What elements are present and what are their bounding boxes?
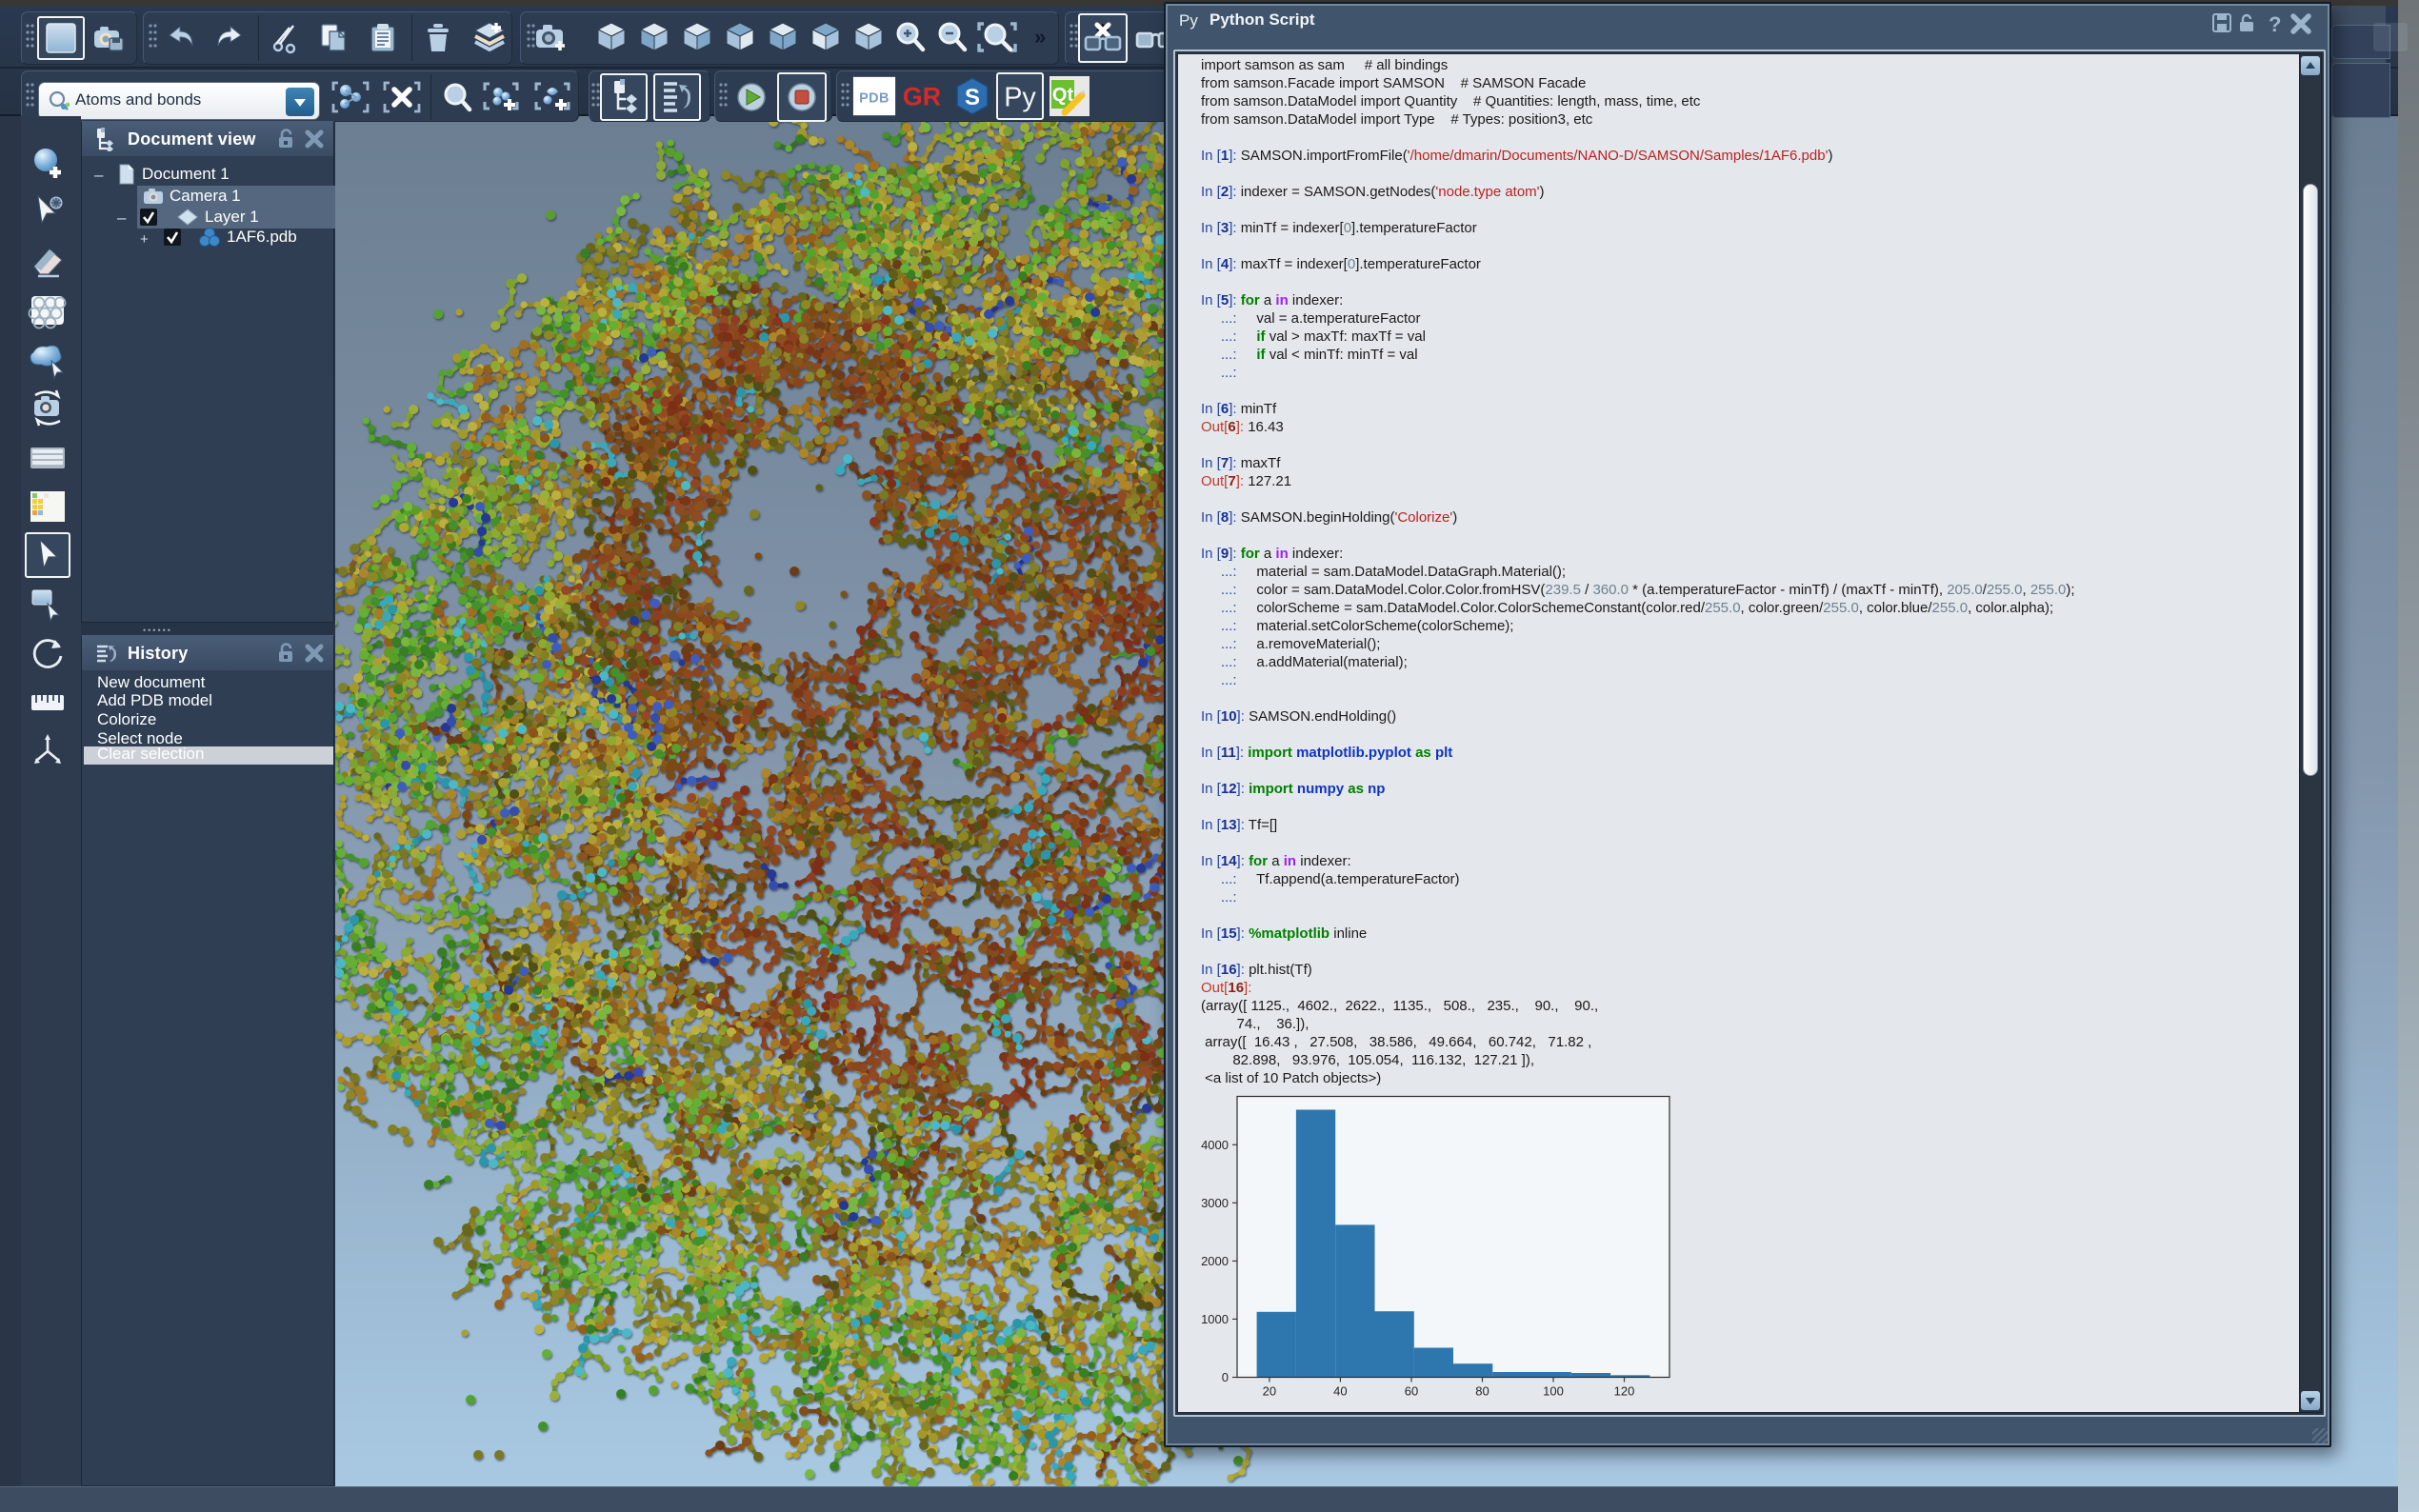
svg-text:2000: 2000 [1201, 1254, 1229, 1268]
svg-text:3000: 3000 [1201, 1196, 1229, 1210]
svg-text:40: 40 [1333, 1384, 1347, 1399]
svg-text:PDB: PDB [859, 91, 890, 107]
svg-text:S: S [965, 85, 980, 110]
svg-text:120: 120 [1614, 1384, 1635, 1399]
svg-text:100: 100 [1543, 1384, 1564, 1399]
svg-text:?: ? [2269, 12, 2281, 36]
svg-text:GR: GR [903, 83, 941, 111]
svg-text:Py: Py [1004, 83, 1036, 113]
svg-text:1000: 1000 [1201, 1312, 1229, 1326]
svg-text:4000: 4000 [1201, 1138, 1229, 1152]
svg-text:80: 80 [1475, 1384, 1489, 1399]
svg-text:Py: Py [1179, 11, 1198, 30]
svg-text:60: 60 [1405, 1384, 1418, 1399]
svg-text:20: 20 [1263, 1384, 1276, 1399]
svg-text:0: 0 [1222, 1370, 1229, 1384]
